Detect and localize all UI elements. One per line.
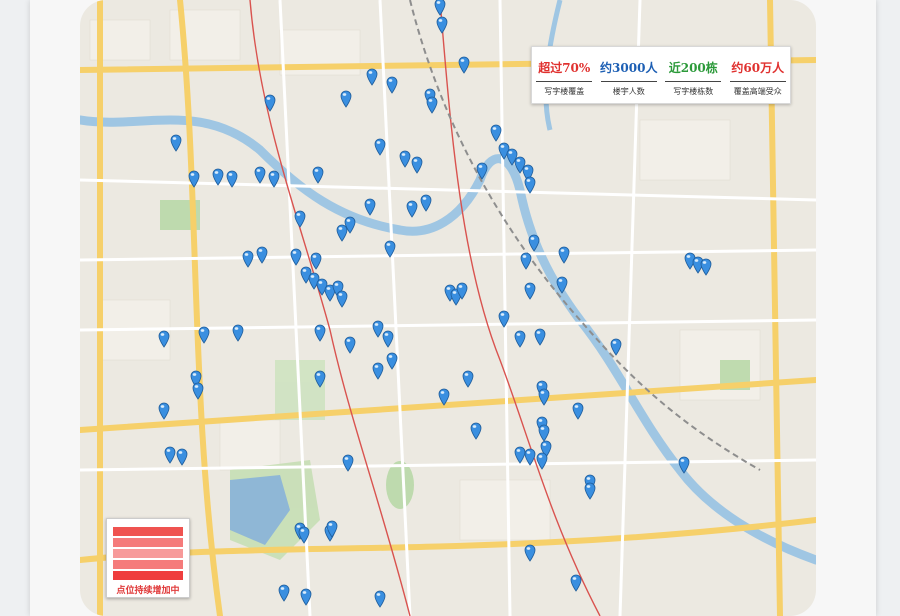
map-pin-icon[interactable]	[312, 166, 324, 184]
map-pin-icon[interactable]	[470, 422, 482, 440]
map-pin-icon[interactable]	[678, 456, 690, 474]
stat-value: 约60万人	[731, 61, 785, 75]
map-pin-icon[interactable]	[406, 200, 418, 218]
map-pin-icon[interactable]	[254, 166, 266, 184]
stat-divider	[536, 81, 593, 82]
stat-value: 超过70%	[538, 61, 591, 75]
map-pin-icon[interactable]	[538, 388, 550, 406]
map-pin-icon[interactable]	[256, 246, 268, 264]
map-pin-icon[interactable]	[498, 310, 510, 328]
map-pin-icon[interactable]	[374, 138, 386, 156]
map-pin-icon[interactable]	[570, 574, 582, 592]
map-pin-icon[interactable]	[420, 194, 432, 212]
map-pin-icon[interactable]	[524, 282, 536, 300]
map-pin-icon[interactable]	[268, 170, 280, 188]
stat-value: 近200栋	[668, 61, 718, 75]
stat-label: 楼宇人数	[612, 87, 645, 96]
map-pin-icon[interactable]	[300, 588, 312, 606]
map-pin-icon[interactable]	[384, 240, 396, 258]
map-pin-icon[interactable]	[188, 170, 200, 188]
legend-box: 点位持续增加中	[106, 518, 190, 598]
map-pin-icon[interactable]	[610, 338, 622, 356]
map-pin-icon[interactable]	[314, 324, 326, 342]
map-pin-icon[interactable]	[342, 454, 354, 472]
map-pin-icon[interactable]	[456, 282, 468, 300]
legend-caption: 点位持续增加中	[107, 583, 189, 597]
map-pin-icon[interactable]	[534, 328, 546, 346]
stat-divider	[600, 81, 657, 82]
map-pin-icon[interactable]	[558, 246, 570, 264]
map-pin-icon[interactable]	[344, 336, 356, 354]
map-pin-icon[interactable]	[524, 448, 536, 466]
stats-panel: 超过70% 写字楼覆盖 约3000人 楼宇人数 近200栋 写字楼栋数 约60万…	[531, 46, 791, 104]
map-pin-icon[interactable]	[158, 330, 170, 348]
legend-bar	[113, 527, 183, 536]
map-pin-icon[interactable]	[426, 96, 438, 114]
map-pin-icon[interactable]	[290, 248, 302, 266]
stat-building-people: 约3000人 楼宇人数	[599, 47, 659, 103]
map-pin-icon[interactable]	[226, 170, 238, 188]
map-pin-icon[interactable]	[584, 482, 596, 500]
map-pin-icon[interactable]	[438, 388, 450, 406]
map-pin-icon[interactable]	[700, 258, 712, 276]
map-pin-icon[interactable]	[524, 544, 536, 562]
legend-bar	[113, 560, 183, 569]
map-pin-icon[interactable]	[336, 224, 348, 242]
map-pin-icon[interactable]	[520, 252, 532, 270]
stat-office-coverage: 超过70% 写字楼覆盖	[534, 47, 594, 103]
map-pin-icon[interactable]	[436, 16, 448, 34]
map-pin-icon[interactable]	[536, 452, 548, 470]
legend-bar	[113, 549, 183, 558]
stat-value: 约3000人	[600, 61, 658, 75]
map-pin-icon[interactable]	[458, 56, 470, 74]
map-pin-icon[interactable]	[528, 234, 540, 252]
map-pin-icon[interactable]	[158, 402, 170, 420]
map-pin-icon[interactable]	[556, 276, 568, 294]
map-pin-icon[interactable]	[372, 362, 384, 380]
map-pin-icon[interactable]	[514, 330, 526, 348]
map-pin-icon[interactable]	[294, 210, 306, 228]
stat-divider	[665, 81, 722, 82]
map-pin-icon[interactable]	[176, 448, 188, 466]
stat-label: 覆盖高端受众	[733, 87, 782, 96]
map-pin-icon[interactable]	[386, 352, 398, 370]
map-pin-icon[interactable]	[232, 324, 244, 342]
map-pin-icon[interactable]	[278, 584, 290, 602]
map-pin-icon[interactable]	[366, 68, 378, 86]
map-pin-icon[interactable]	[340, 90, 352, 108]
map-pin-icon[interactable]	[212, 168, 224, 186]
stat-audience: 约60万人 覆盖高端受众	[728, 47, 788, 103]
map-pin-icon[interactable]	[314, 370, 326, 388]
map-pin-icon[interactable]	[326, 520, 338, 538]
stat-label: 写字楼栋数	[673, 87, 714, 96]
map-pin-icon[interactable]	[434, 0, 446, 16]
map-pin-icon[interactable]	[476, 162, 488, 180]
stat-divider	[729, 81, 786, 82]
map-pin-icon[interactable]	[242, 250, 254, 268]
map-pin-icon[interactable]	[572, 402, 584, 420]
map-pin-icon[interactable]	[399, 150, 411, 168]
map-pin-icon[interactable]	[336, 290, 348, 308]
map-pin-icon[interactable]	[411, 156, 423, 174]
map-pin-icon[interactable]	[382, 330, 394, 348]
map-pin-icon[interactable]	[298, 526, 310, 544]
map-pin-icon[interactable]	[264, 94, 276, 112]
map-pin-icon[interactable]	[462, 370, 474, 388]
map-pin-icon[interactable]	[386, 76, 398, 94]
legend-bar	[113, 571, 183, 580]
map-panel[interactable]: 超过70% 写字楼覆盖 约3000人 楼宇人数 近200栋 写字楼栋数 约60万…	[80, 0, 816, 616]
map-pin-icon[interactable]	[524, 176, 536, 194]
map-pin-icon[interactable]	[170, 134, 182, 152]
legend-bar	[113, 538, 183, 547]
stat-label: 写字楼覆盖	[544, 87, 585, 96]
map-pin-icon[interactable]	[198, 326, 210, 344]
map-pin-icon[interactable]	[164, 446, 176, 464]
map-pin-icon[interactable]	[490, 124, 502, 142]
map-pin-icon[interactable]	[374, 590, 386, 608]
map-pin-icon[interactable]	[364, 198, 376, 216]
map-pin-icon[interactable]	[192, 382, 204, 400]
stat-building-count: 近200栋 写字楼栋数	[663, 47, 723, 103]
